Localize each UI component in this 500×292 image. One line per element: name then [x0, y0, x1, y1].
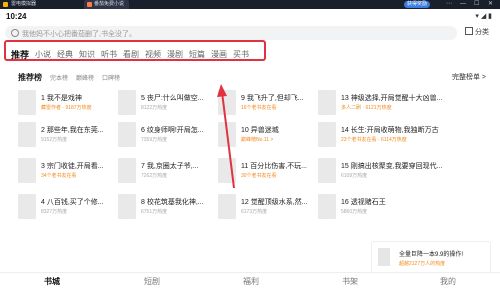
promo-cover	[378, 248, 390, 266]
promo-card[interactable]: 全量巨降一本9.9的操作! 超越2127万人的热度	[371, 241, 491, 275]
nav-bookshelf[interactable]: 书架	[342, 276, 358, 287]
promo-subtitle: 超越2127万人的热度	[399, 261, 446, 267]
promo-title: 全量巨降一本9.9的操作!	[399, 252, 464, 258]
nav-short-drama[interactable]: 短剧	[144, 276, 160, 287]
nav-bookstore[interactable]: 书城	[44, 276, 60, 287]
nav-welfare[interactable]: 福利	[243, 276, 259, 287]
nav-mine[interactable]: 我的	[440, 276, 456, 287]
bottom-navigation: 书城 短剧 福利 书架 我的	[0, 272, 500, 292]
